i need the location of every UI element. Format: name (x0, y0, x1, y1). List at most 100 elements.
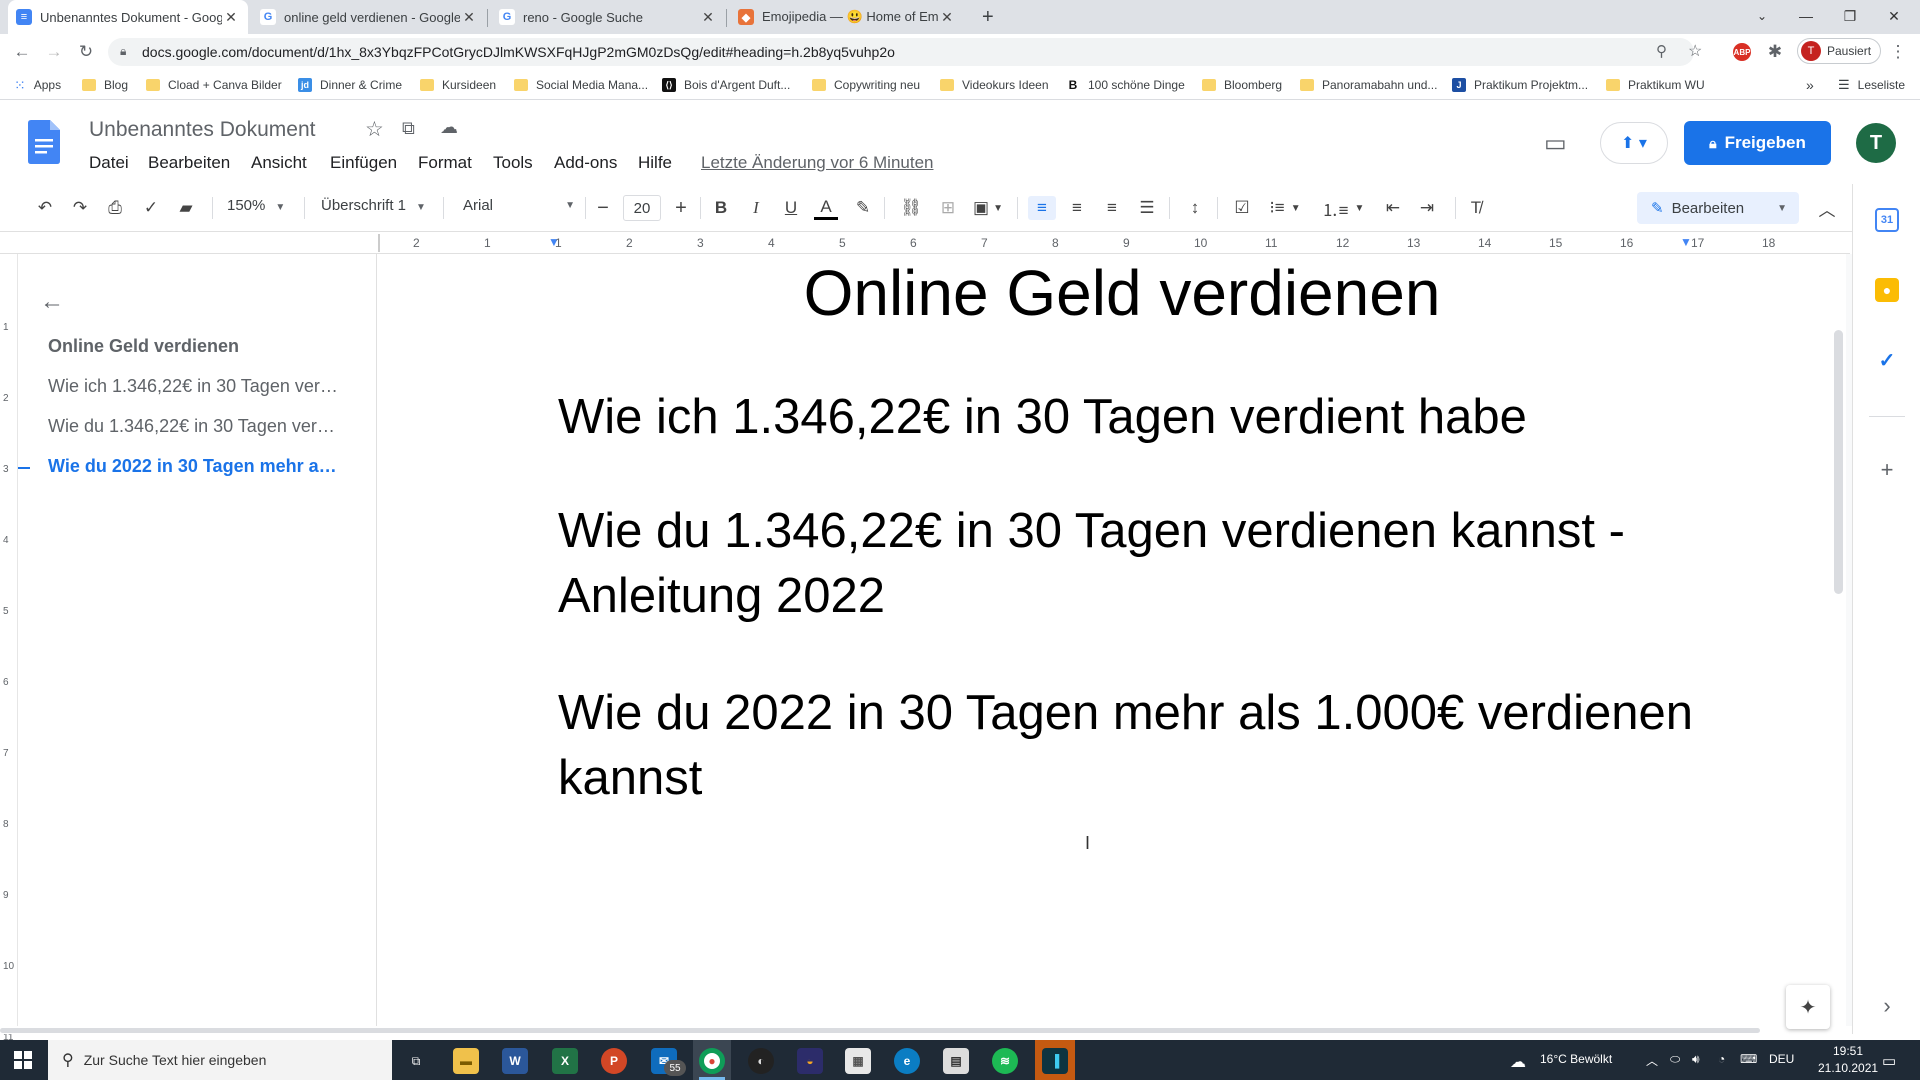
menu-ansicht[interactable]: Ansicht (251, 153, 307, 173)
new-tab-button[interactable]: + (974, 0, 1004, 34)
bookmark-star-icon[interactable]: ☆ (1688, 41, 1702, 61)
document-page[interactable]: Online Geld verdienen Wie ich 1.346,22€ … (376, 254, 1846, 1028)
vertical-scrollbar[interactable] (1834, 330, 1843, 594)
keyboard-icon[interactable]: ⌨ (1740, 1052, 1757, 1066)
reading-list[interactable]: ☰ Leseliste (1838, 76, 1905, 94)
bookmark-videokurs[interactable]: Videokurs Ideen (940, 76, 1049, 94)
file-explorer-icon[interactable]: ▬ (453, 1048, 479, 1074)
redo-icon[interactable]: ↷ (67, 196, 93, 220)
powerpoint-icon[interactable]: P (601, 1048, 627, 1074)
expand-panel-icon[interactable]: › (1875, 993, 1899, 1018)
wifi-icon[interactable]: ◔ (1718, 1052, 1725, 1066)
font-size-input[interactable]: 20 (623, 195, 661, 221)
align-center-icon[interactable]: ≡ (1064, 196, 1090, 220)
menu-tools[interactable]: Tools (493, 153, 533, 173)
calendar-icon[interactable]: 31 (1875, 208, 1899, 232)
clear-formatting-icon[interactable]: T̸ (1463, 196, 1489, 220)
heading-2[interactable]: Wie du 1.346,22€ in 30 Tagen verdienen k… (558, 499, 1708, 629)
align-right-icon[interactable]: ≡ (1099, 196, 1125, 220)
spotify-icon[interactable]: ≋ (992, 1048, 1018, 1074)
menu-bearbeiten[interactable]: Bearbeiten (148, 153, 230, 173)
menu-format[interactable]: Format (418, 153, 472, 173)
tab-docs[interactable]: ≡ Unbenanntes Dokument - Google Docs ✕ (8, 0, 248, 34)
font-select[interactable]: Arial ▼ (463, 197, 575, 214)
bookmark-praktikum-projektm[interactable]: J Praktikum Projektm... (1452, 76, 1588, 94)
bookmark-bois-dargent[interactable]: ⟨⟩ Bois d'Argent Duft... (662, 76, 790, 94)
reload-icon[interactable]: ↻ (74, 40, 98, 64)
bookmark-blog[interactable]: Blog (82, 76, 128, 94)
increase-font-size-icon[interactable]: + (670, 196, 692, 220)
document-title-input[interactable]: Unbenanntes Dokument (89, 118, 315, 142)
menu-hilfe[interactable]: Hilfe (638, 153, 672, 173)
print-icon[interactable]: ⎙ (102, 196, 128, 220)
undo-icon[interactable]: ↶ (32, 196, 58, 220)
cloud-status-icon[interactable]: ☁︎ (440, 117, 458, 138)
word-icon[interactable]: W (502, 1048, 528, 1074)
present-button[interactable]: ⬆ ▾ (1600, 122, 1668, 164)
insert-image-icon[interactable]: ▣ ▼ (968, 196, 1008, 220)
clock[interactable]: 19:51 21.10.2021 (1818, 1044, 1878, 1075)
bookmark-dinner-crime[interactable]: jd Dinner & Crime (298, 76, 402, 94)
paragraph-style-select[interactable]: Überschrift 1 ▼ (321, 197, 426, 214)
keep-icon[interactable]: ● (1875, 278, 1899, 302)
last-edit-link[interactable]: Letzte Änderung vor 6 Minuten (701, 153, 933, 173)
edge-icon[interactable]: e (894, 1048, 920, 1074)
taskbar-search[interactable]: ⚲ Zur Suche Text hier eingeben (48, 1040, 392, 1080)
paint-format-icon[interactable]: ▰ (173, 196, 199, 220)
text-color-button[interactable]: A (814, 196, 838, 220)
menu-einfuegen[interactable]: Einfügen (330, 153, 397, 173)
account-avatar[interactable]: T (1856, 123, 1896, 163)
adblock-icon[interactable]: ABP (1733, 43, 1751, 61)
bookmark-kursideen[interactable]: Kursideen (420, 76, 496, 94)
heading-1[interactable]: Wie ich 1.346,22€ in 30 Tagen verdient h… (558, 385, 1708, 450)
zoom-icon[interactable]: ⚲ (1656, 42, 1667, 60)
outline-item[interactable]: Wie ich 1.346,22€ in 30 Tagen verdient h… (48, 376, 338, 397)
input-language[interactable]: DEU (1769, 1052, 1794, 1066)
add-comment-icon[interactable]: ⊞ (935, 196, 961, 220)
move-folder-icon[interactable]: ⧉ (402, 118, 415, 139)
outline-item[interactable]: Wie du 1.346,22€ in 30 Tagen verdienen k… (48, 416, 338, 437)
align-justify-icon[interactable]: ☰ (1134, 196, 1160, 220)
editing-mode-select[interactable]: ✎ Bearbeiten ▼ (1637, 192, 1799, 224)
close-outline-arrow-icon[interactable]: ← (40, 288, 64, 316)
window-close-icon[interactable]: ✕ (1872, 0, 1916, 32)
task-view-icon[interactable]: ⧉ (403, 1048, 429, 1074)
menu-datei[interactable]: Datei (89, 153, 129, 173)
obs-icon[interactable]: ◐ (748, 1048, 774, 1074)
menu-addons[interactable]: Add-ons (554, 153, 617, 173)
numbered-list-icon[interactable]: ⒈≡ ▼ (1322, 196, 1365, 220)
screen-recorder-icon[interactable]: ▐ (1042, 1048, 1068, 1074)
close-icon[interactable]: ✕ (460, 9, 478, 26)
italic-button[interactable]: I (744, 196, 768, 220)
bookmark-copywriting[interactable]: Copywriting neu (812, 76, 920, 94)
profile-button[interactable]: T Pausiert (1797, 38, 1881, 64)
bookmark-panoramabahn[interactable]: Panoramabahn und... (1300, 76, 1437, 94)
bookmarks-more[interactable]: » (1806, 76, 1814, 94)
bookmark-cload-canva[interactable]: Cload + Canva Bilder (146, 76, 282, 94)
weather-cloud-icon[interactable]: ☁︎ (1510, 1052, 1526, 1072)
horizontal-scrollbar[interactable] (0, 1026, 1852, 1034)
tab-google-search-geld[interactable]: G online geld verdienen - Google Suche ✕ (252, 0, 486, 34)
kebab-menu-icon[interactable]: ⋮ (1886, 40, 1910, 64)
maximize-icon[interactable]: ❐ (1828, 0, 1872, 32)
spellcheck-icon[interactable]: ✓ (138, 196, 164, 220)
excel-icon[interactable]: X (552, 1048, 578, 1074)
bookmark-bloomberg[interactable]: Bloomberg (1202, 76, 1282, 94)
increase-indent-icon[interactable]: ⇥ (1414, 196, 1440, 220)
control-panel-icon[interactable]: ▦ (845, 1048, 871, 1074)
windows-start-icon[interactable] (14, 1051, 32, 1069)
weather-text[interactable]: 16°C Bewölkt (1540, 1052, 1612, 1066)
tab-search-icon[interactable]: ⌄ (1740, 0, 1784, 32)
tab-google-search-reno[interactable]: G reno - Google Suche ✕ (491, 0, 725, 34)
tab-emojipedia[interactable]: ◆ Emojipedia — 😃 Home of Emoji ✕ (730, 0, 964, 34)
bookmark-100-dinge[interactable]: B 100 schöne Dinge (1066, 76, 1185, 94)
bulleted-list-icon[interactable]: ⁝≡ ▼ (1264, 196, 1306, 220)
link-icon[interactable]: ⛓ (898, 196, 924, 220)
chrome-icon[interactable]: ● (699, 1048, 725, 1074)
bookmark-apps[interactable]: ⁙ Apps (14, 76, 61, 94)
notepad-icon[interactable]: ▤ (943, 1048, 969, 1074)
tray-icon[interactable]: ⬭ (1670, 1052, 1680, 1067)
bookmark-praktikum-wu[interactable]: Praktikum WU (1606, 76, 1705, 94)
forward-arrow-icon[interactable]: → (42, 40, 66, 64)
outline-item-active[interactable]: Wie du 2022 in 30 Tagen mehr als 1.000€ … (48, 456, 338, 477)
